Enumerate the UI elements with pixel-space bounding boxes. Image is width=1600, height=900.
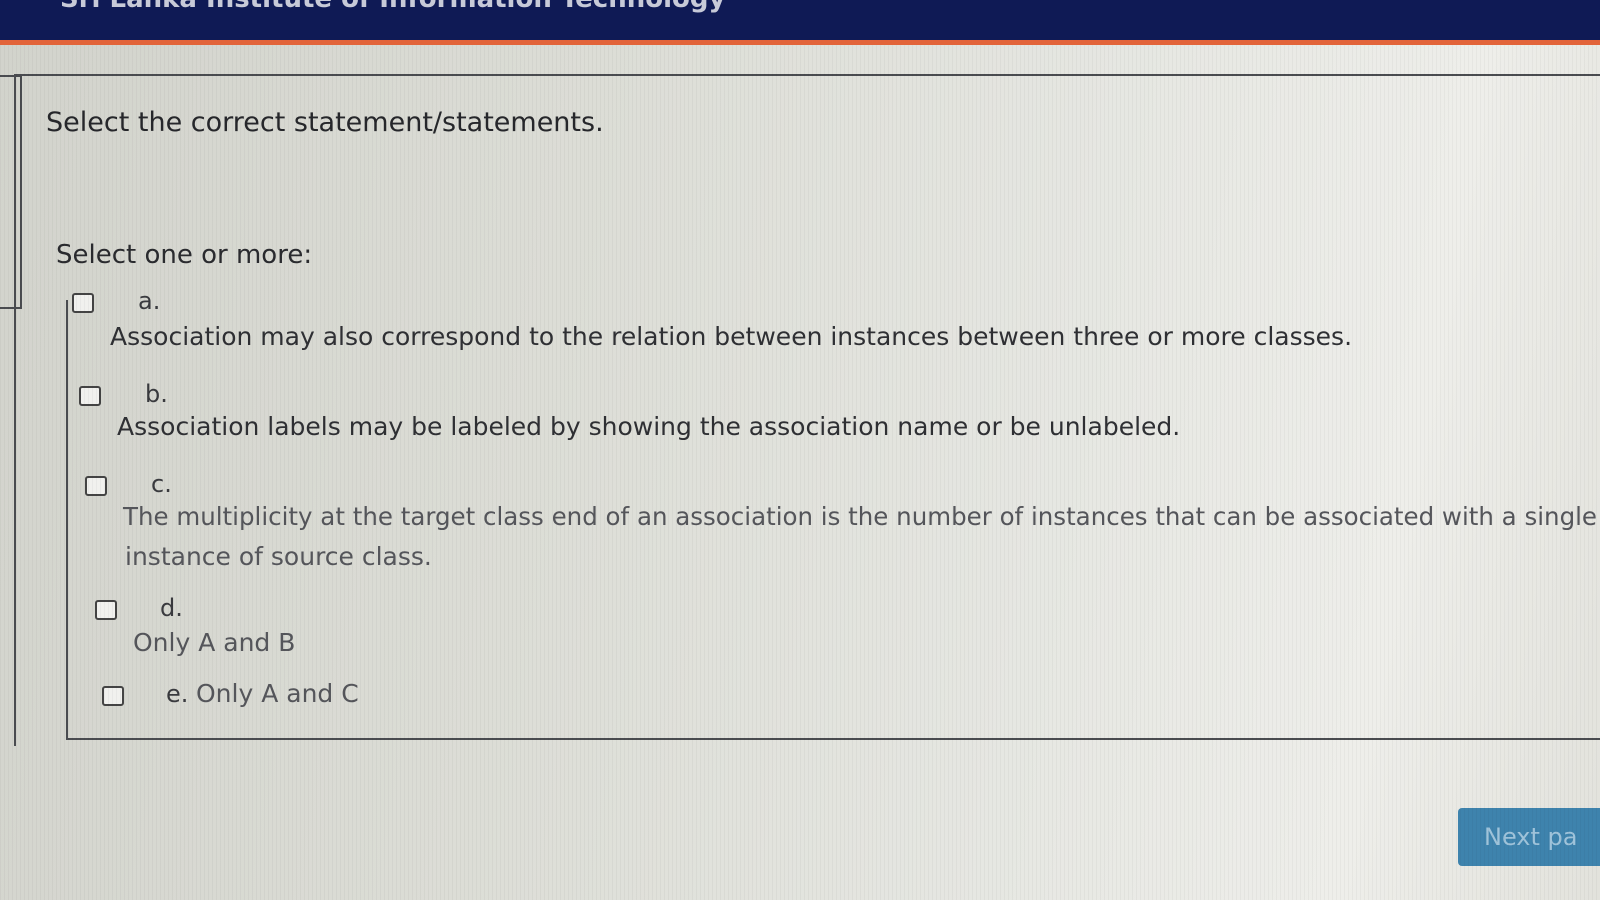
option-a-text: Association may also correspond to the r…: [110, 322, 1353, 351]
option-d-letter: d.: [160, 594, 183, 622]
option-d-text: Only A and B: [133, 628, 296, 657]
option-e-checkbox[interactable]: [102, 686, 124, 706]
site-title: Sri Lanka Institute of Information Techn…: [60, 0, 725, 14]
option-a-checkbox[interactable]: [72, 293, 94, 313]
answer-block-border: [66, 300, 68, 740]
next-page-button[interactable]: Next pa: [1458, 808, 1600, 866]
option-c-checkbox[interactable]: [85, 476, 107, 496]
question-prompt: Select the correct statement/statements.: [46, 107, 604, 138]
site-header: Sri Lanka Institute of Information Techn…: [0, 0, 1600, 45]
option-a-letter: a.: [138, 287, 161, 315]
option-c-text-line1: The multiplicity at the target class end…: [123, 502, 1598, 531]
option-c-letter: c.: [151, 470, 172, 498]
answer-block-bottom-border: [66, 738, 1600, 740]
option-e-letter: e.: [166, 680, 189, 708]
answer-instruction: Select one or more:: [56, 240, 313, 270]
option-b-letter: b.: [145, 380, 168, 408]
option-c-text-line2: instance of source class.: [125, 542, 432, 571]
option-d-checkbox[interactable]: [95, 600, 117, 620]
quiz-page: Sri Lanka Institute of Information Techn…: [0, 0, 1600, 900]
option-e-text: Only A and C: [196, 679, 359, 708]
option-b-text: Association labels may be labeled by sho…: [117, 412, 1181, 441]
option-b-checkbox[interactable]: [79, 386, 101, 406]
